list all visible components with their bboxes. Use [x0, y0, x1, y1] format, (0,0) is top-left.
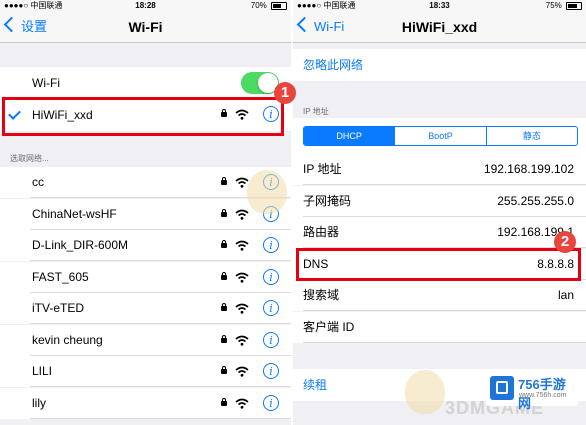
wifi-list-screen: ●●●●○ 中国联通 18:28 70% 设置 Wi-Fi Wi-Fi HiWi…: [0, 0, 291, 425]
network-row[interactable]: FAST_605 i: [0, 261, 291, 293]
ip-field-row[interactable]: 搜索域 lan: [293, 280, 586, 311]
ip-field-value: lan: [557, 288, 574, 302]
network-row[interactable]: ChinaNet-wsHF i: [0, 198, 291, 230]
segment-bootp[interactable]: BootP: [394, 127, 485, 145]
clock: 18:28: [135, 1, 156, 10]
ip-field-row[interactable]: 客户端 ID: [293, 311, 586, 343]
ip-field-label: 路由器: [303, 225, 340, 239]
info-icon[interactable]: i: [263, 268, 279, 285]
navigation-bar: Wi-Fi HiWiFi_xxd: [293, 12, 586, 43]
step-badge-1: 1: [274, 82, 296, 104]
step-badge-2: 2: [554, 231, 576, 253]
battery-percent: 75%: [545, 1, 562, 10]
lock-icon: [221, 240, 227, 248]
site-logo: 756手游网 www.756h.com: [486, 370, 578, 411]
network-name: lily: [32, 395, 46, 410]
ip-field-label: 子网掩码: [303, 193, 352, 208]
battery-icon: [271, 1, 287, 10]
status-bar: ●●●●○ 中国联通 18:28 70%: [0, 0, 291, 12]
lock-icon: [221, 366, 227, 374]
ip-field-row[interactable]: IP 地址 192.168.199.102: [293, 154, 586, 185]
site-logo-icon: [490, 376, 514, 400]
network-detail-screen: ●●●●○ 中国联通 18:33 75% Wi-Fi HiWiFi_xxd 忽略…: [293, 0, 586, 425]
ip-field-label: IP 地址: [303, 162, 342, 176]
battery-icon: [566, 1, 582, 10]
info-icon[interactable]: i: [263, 394, 279, 411]
ip-mode-segmented-control: DHCP BootP 静态: [303, 126, 578, 146]
ip-field-row[interactable]: 路由器 192.168.199.1: [293, 217, 586, 248]
lock-icon: [221, 271, 227, 280]
lock-icon: [221, 208, 227, 217]
site-logo-url: www.756h.com: [519, 392, 567, 399]
segment-dhcp[interactable]: DHCP: [304, 127, 395, 145]
wifi-signal-icon: [235, 209, 249, 220]
ip-address-header: IP 地址: [303, 107, 329, 116]
network-name: iTV-eTED: [32, 301, 85, 315]
page-title: Wi-Fi: [128, 19, 163, 35]
network-name: D-Link_DIR-600M: [32, 238, 129, 252]
battery-percent: 70%: [250, 1, 267, 10]
network-name: FAST_605: [32, 269, 89, 284]
highlight-box-connected: [2, 97, 284, 136]
network-row[interactable]: iTV-eTED i: [0, 293, 291, 324]
network-name: LILI: [32, 364, 53, 378]
battery-status: 70%: [251, 0, 287, 12]
watermark-mascot: [405, 370, 445, 414]
page-title: HiWiFi_xxd: [401, 19, 478, 35]
wifi-signal-icon: [235, 335, 249, 346]
lock-icon: [221, 334, 227, 343]
watermark-mascot: [247, 170, 287, 214]
wifi-toggle-row: Wi-Fi: [0, 67, 291, 99]
info-icon[interactable]: i: [263, 237, 279, 253]
wifi-signal-icon: [235, 272, 249, 283]
lock-icon: [221, 177, 227, 185]
highlight-box-dns: [296, 248, 581, 281]
forget-network-row[interactable]: 忽略此网络: [293, 49, 586, 81]
wifi-signal-icon: [235, 398, 249, 409]
ip-field-label: 搜索域: [303, 288, 340, 302]
network-row[interactable]: D-Link_DIR-600M i: [0, 230, 291, 261]
navigation-bar: 设置 Wi-Fi: [0, 12, 291, 43]
clock: 18:33: [429, 1, 450, 10]
forget-network-button[interactable]: 忽略此网络: [303, 49, 363, 81]
network-row[interactable]: lily i: [0, 387, 291, 419]
network-name: kevin cheung: [32, 332, 103, 347]
choose-network-header: 选取网络...: [10, 154, 49, 163]
ip-field-row[interactable]: 子网掩码 255.255.255.0: [293, 185, 586, 217]
lock-icon: [221, 303, 227, 311]
info-icon[interactable]: i: [263, 331, 279, 348]
network-row[interactable]: LILI i: [0, 356, 291, 387]
network-name: ChinaNet-wsHF: [32, 206, 117, 221]
wifi-signal-icon: [235, 303, 249, 314]
status-bar: ●●●●○ 中国联通 18:33 75%: [293, 0, 586, 12]
network-name: cc: [32, 175, 44, 189]
battery-status: 75%: [546, 0, 582, 12]
lock-icon: [221, 397, 227, 406]
wifi-signal-icon: [235, 240, 249, 251]
info-icon[interactable]: i: [263, 363, 279, 379]
segment-static[interactable]: 静态: [485, 127, 577, 145]
network-row[interactable]: kevin cheung i: [0, 324, 291, 356]
ip-field-value: 192.168.199.102: [483, 162, 574, 176]
info-icon[interactable]: i: [263, 300, 279, 316]
renew-lease-button[interactable]: 续租: [303, 369, 327, 401]
ip-field-value: 255.255.255.0: [497, 193, 574, 208]
wifi-signal-icon: [235, 366, 249, 377]
ip-field-label: 客户端 ID: [303, 319, 355, 334]
wifi-toggle-label: Wi-Fi: [32, 76, 60, 90]
